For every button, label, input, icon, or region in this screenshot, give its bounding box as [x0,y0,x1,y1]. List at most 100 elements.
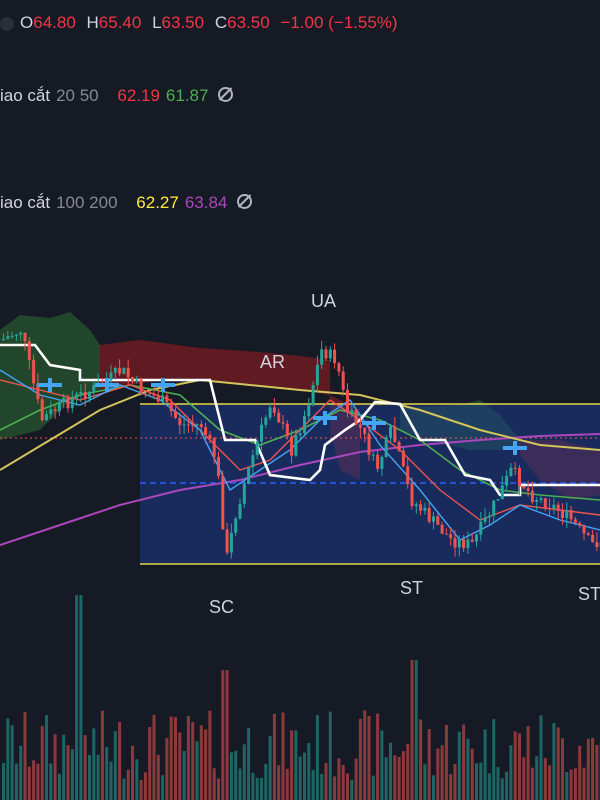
candle-body [83,392,87,400]
candle-body [380,456,384,469]
candle-body [169,402,173,412]
candle-body [561,510,564,518]
candle-body [260,424,263,442]
candle-body [152,393,156,396]
candle-body [247,467,251,484]
candle-body [277,412,281,423]
candle-body [328,349,332,359]
candle-body [161,395,165,402]
candle-body [174,411,177,418]
volume-bar [341,764,345,800]
candle-body [466,539,470,549]
volume-bar [333,776,337,800]
candle-body [406,466,410,485]
candle-body [444,533,448,535]
candle-body [548,508,552,510]
volume-bar [505,771,509,800]
volume-bar [444,724,448,800]
volume-bar [358,718,362,800]
candle-body [19,332,23,335]
volume-bar [139,779,143,800]
candle-body [14,334,18,336]
candle-body [70,398,74,409]
candle-body [384,437,388,457]
volume-bar [565,771,569,800]
candle-body [311,385,315,406]
candle-body [500,485,504,500]
candle-body [358,424,362,428]
volume-bar [548,765,552,800]
volume-bar [229,752,233,800]
volume-bar [462,724,466,800]
volume-bar [526,726,530,800]
volume-bar [268,736,272,800]
candle-body [320,349,324,365]
candle-body [217,456,220,476]
candle-body [272,407,276,413]
volume-bar [109,761,113,800]
candle-body [75,394,79,399]
price-chart[interactable]: UA AR SC ST ST [0,0,600,800]
volume-bar [272,713,276,800]
volume-bar [36,763,40,800]
volume-bar [354,758,358,800]
candle-body [543,498,547,509]
volume-bar [53,734,57,800]
volume-bar [96,754,100,800]
label-sc: SC [209,597,234,617]
volume-bar [453,763,457,800]
candle-body [496,499,500,501]
volume-bar [191,721,195,800]
volume-bar [70,749,74,800]
volume-bar [234,750,238,800]
volume-bar [406,743,410,800]
candle-body [582,525,586,534]
label-st-1: ST [400,578,423,598]
candle-body [165,395,169,403]
volume-bar [522,757,526,800]
candle-body [470,539,474,542]
volume-bar [75,595,79,800]
label-ar: AR [260,352,285,372]
volume-bar [294,730,298,800]
volume-bar [100,710,104,800]
candle-body [449,534,453,539]
candle-body [492,500,496,516]
candle-body [565,510,569,518]
volume-bar [496,767,500,800]
volume-bar [530,767,534,800]
volume-bar [83,735,87,800]
candle-body [522,486,526,489]
volume-bar [328,711,332,800]
volume-bar [199,725,203,800]
candle-body [135,379,139,381]
volume-bar [2,762,5,800]
volume-bar [165,737,169,800]
volume-bar [509,745,513,800]
candle-body [453,538,457,548]
volume-bar [208,710,212,800]
volume-bar [126,769,130,800]
volume-bar [204,729,208,800]
volume-bar [92,728,96,800]
volume-bar [466,738,470,800]
volume-bar [513,731,517,800]
volume-bar [311,770,315,800]
candle-body [483,517,487,522]
candle-body [255,441,259,456]
volume-bar [457,731,461,800]
candle-body [475,534,478,542]
volume-bar [45,715,48,800]
volume-bar [27,766,31,800]
candle-body [23,332,27,342]
candle-body [191,424,195,426]
volume-bar [23,712,27,800]
candle-body [195,424,199,426]
candle-body [225,529,229,553]
volume-bar [143,772,147,800]
volume-bar [423,764,427,800]
candle-body [88,391,91,400]
candle-body [436,516,440,525]
volume-bar [518,733,521,800]
candle-body [410,484,414,506]
